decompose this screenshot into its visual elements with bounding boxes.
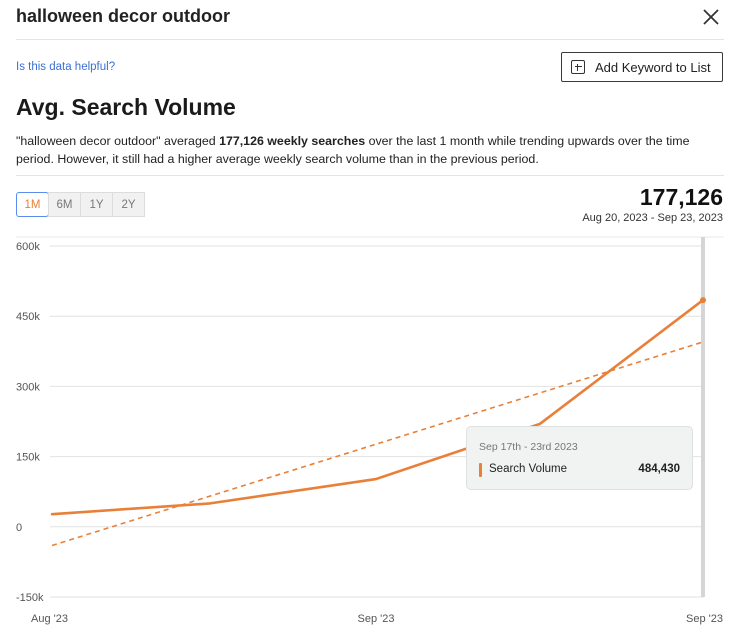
section-divider <box>16 175 724 176</box>
close-button[interactable] <box>698 4 724 30</box>
desc-bold: 177,126 weekly searches <box>219 134 366 148</box>
summary-description: "halloween decor outdoor" averaged 177,1… <box>16 132 728 168</box>
add-keyword-label: Add Keyword to List <box>595 59 711 75</box>
y-tick-label: 150k <box>16 452 40 464</box>
y-tick-label: 0 <box>16 522 22 534</box>
plus-square-icon <box>571 60 585 74</box>
y-tick-label: 450k <box>16 311 40 323</box>
y-tick-label: -150k <box>16 592 44 604</box>
y-tick-label: 300k <box>16 381 40 393</box>
range-tabs: 1M 6M 1Y 2Y <box>16 192 145 217</box>
chart-tooltip: Sep 17th - 23rd 2023 Search Volume 484,4… <box>466 426 693 490</box>
tab-1y[interactable]: 1Y <box>80 192 113 217</box>
tab-6m[interactable]: 6M <box>48 192 81 217</box>
header: halloween decor outdoor <box>16 4 724 40</box>
tooltip-date: Sep 17th - 23rd 2023 <box>479 441 578 453</box>
x-tick-label: Aug '23 <box>31 613 68 625</box>
y-tick-label: 600k <box>16 241 40 253</box>
add-keyword-button[interactable]: Add Keyword to List <box>561 52 723 82</box>
date-range: Aug 20, 2023 - Sep 23, 2023 <box>582 212 723 224</box>
header-divider <box>16 39 724 40</box>
tab-2y[interactable]: 2Y <box>112 192 145 217</box>
x-tick-label: Sep '23 <box>358 613 395 625</box>
average-value: 177,126 <box>639 184 723 210</box>
tooltip-value: 484,430 <box>638 463 680 475</box>
desc-quote: "halloween decor outdoor" averaged <box>16 134 220 148</box>
tooltip-series-swatch <box>479 463 482 477</box>
close-icon <box>703 9 719 25</box>
keyword-title: halloween decor outdoor <box>16 6 231 26</box>
data-helpful-link[interactable]: Is this data helpful? <box>16 61 115 73</box>
series-point-highlight <box>700 297 706 304</box>
tab-1m[interactable]: 1M <box>16 192 49 217</box>
x-tick-label: Sep '23 <box>686 613 723 625</box>
tooltip-series-name: Search Volume <box>489 463 567 475</box>
section-title: Avg. Search Volume <box>16 94 236 120</box>
